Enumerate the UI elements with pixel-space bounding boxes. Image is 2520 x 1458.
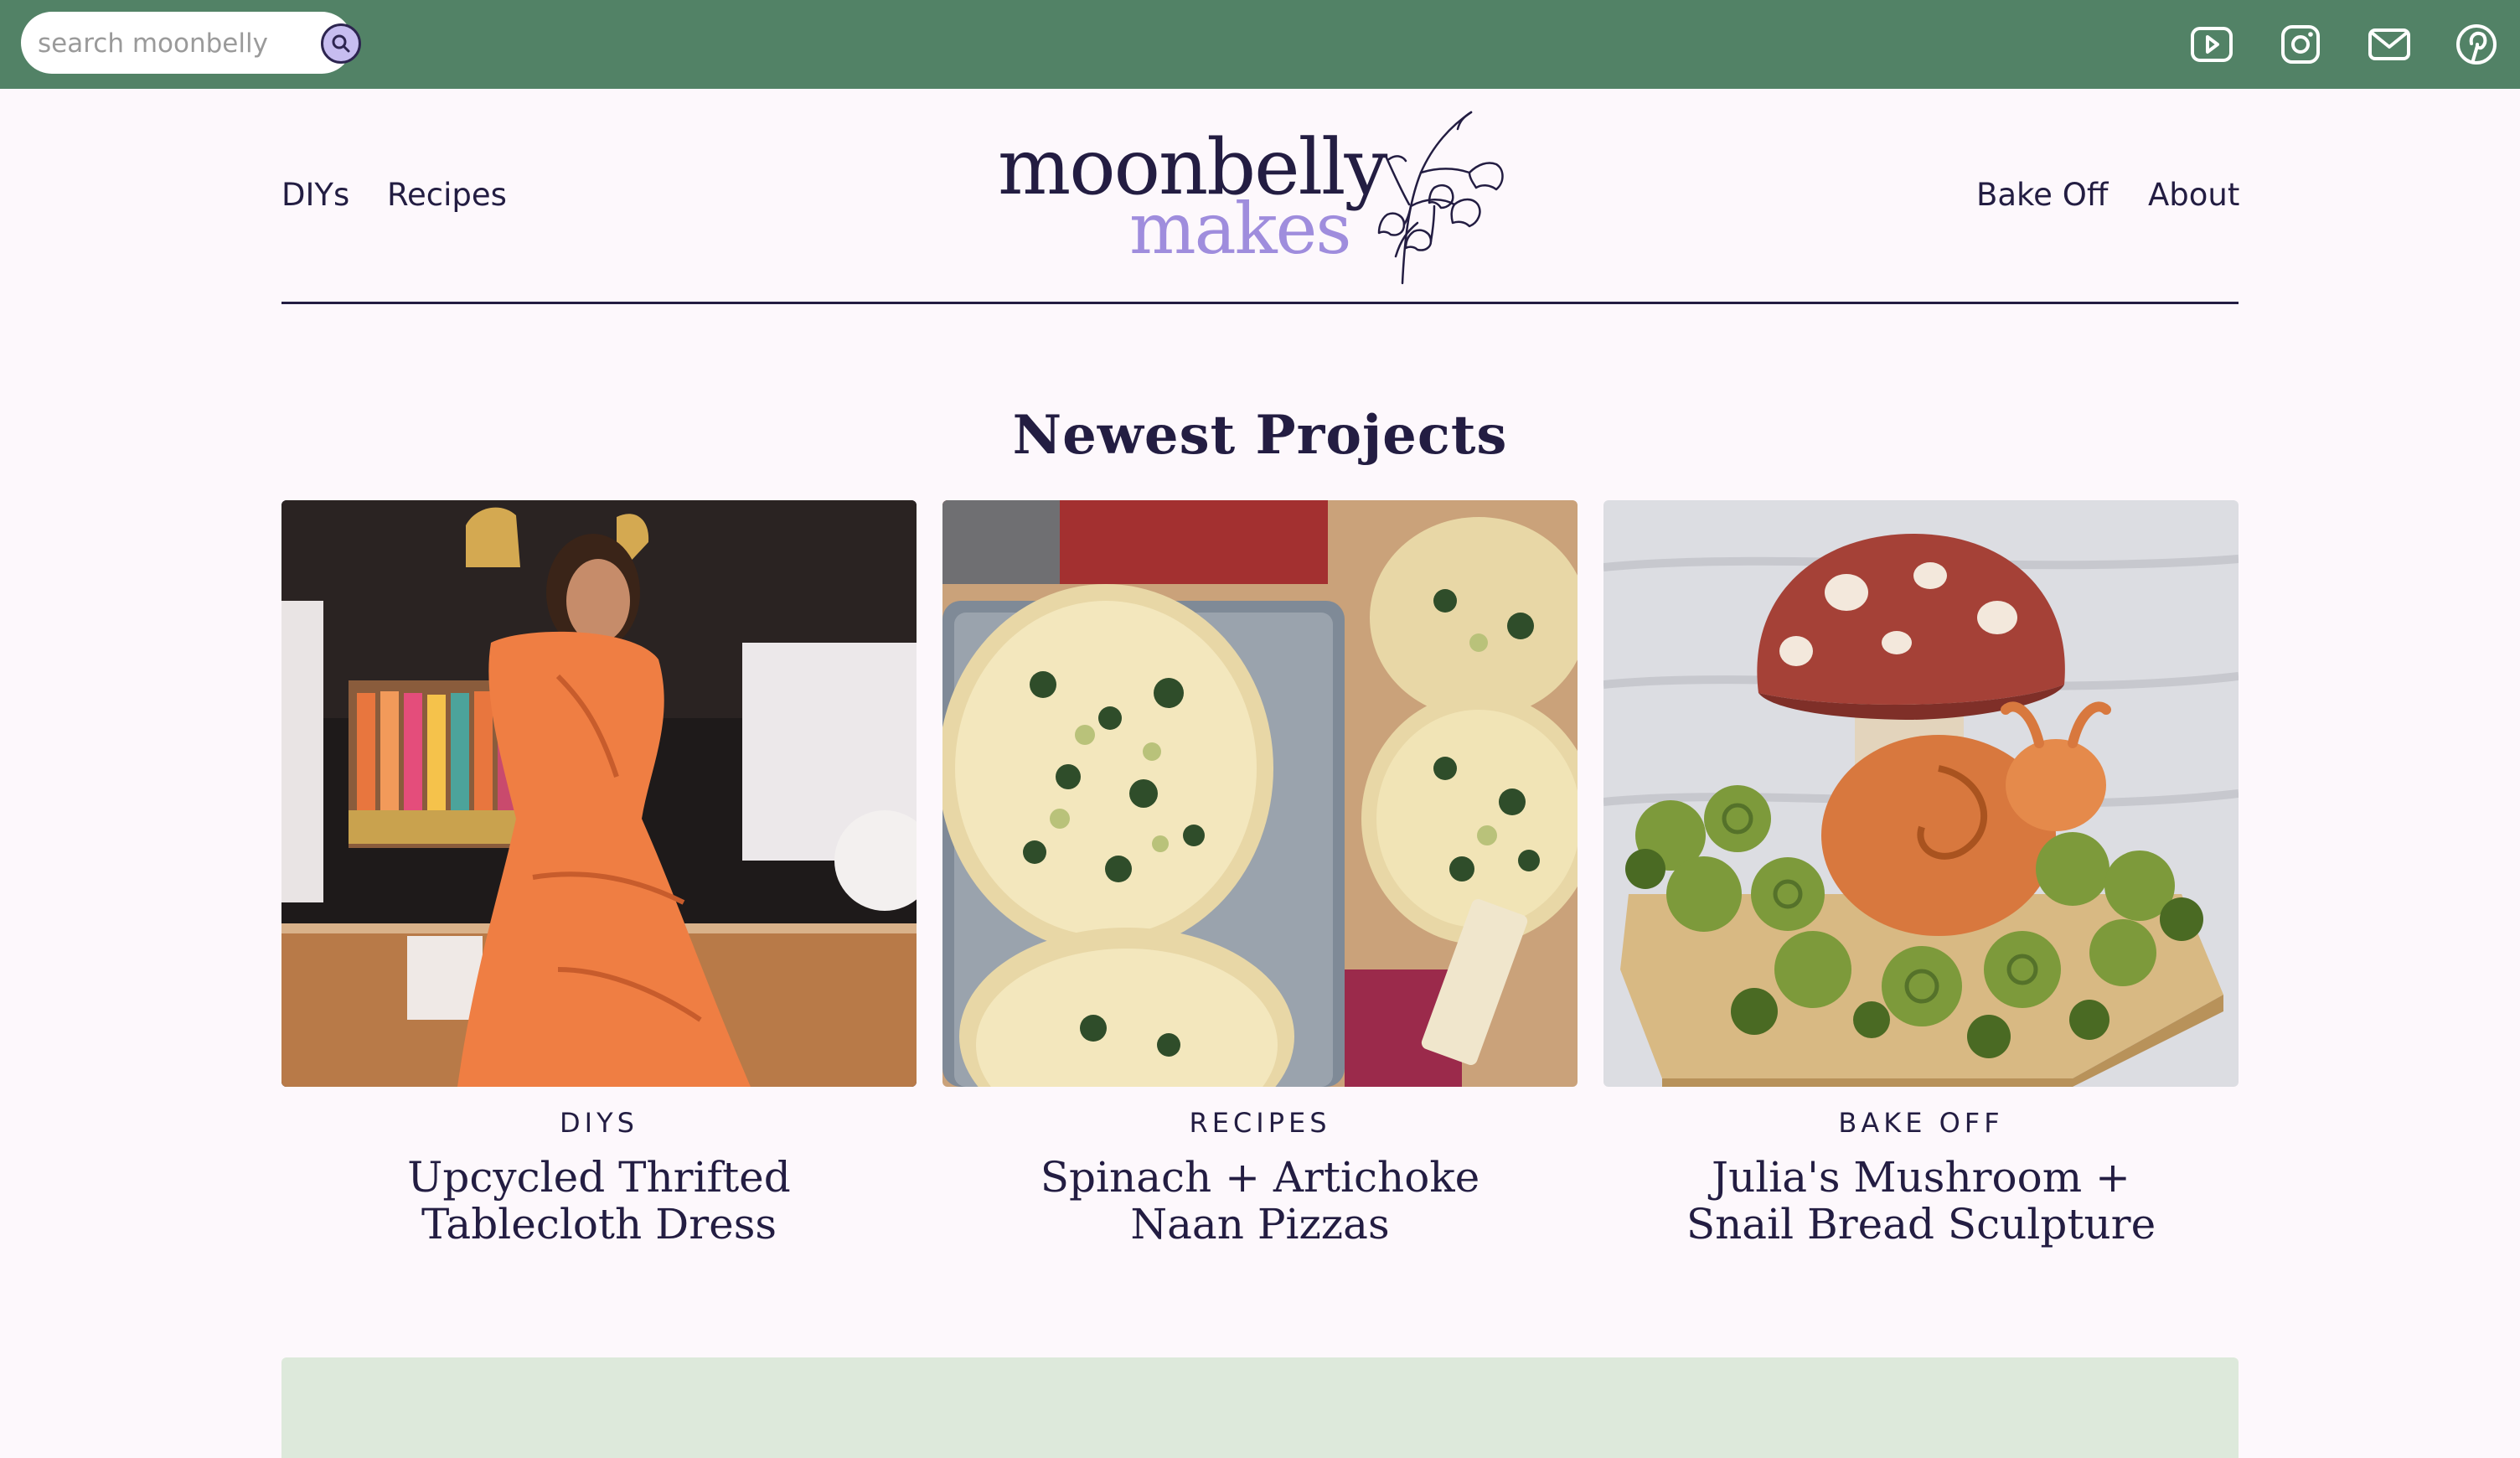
project-image-dress[interactable] <box>281 500 917 1087</box>
site-logo[interactable]: moonbelly makes <box>995 101 1515 285</box>
card-title-link[interactable]: Julia's Mushroom + Snail Bread Sculpture <box>1603 1154 2239 1248</box>
search-box <box>21 12 361 74</box>
card-title-line: Snail Bread Sculpture <box>1686 1200 2156 1249</box>
search-button[interactable] <box>321 23 361 64</box>
pinterest-icon <box>2456 24 2497 65</box>
project-card[interactable]: DIYS Upcycled Thrifted Tablecloth Dress <box>281 500 917 1248</box>
card-category: RECIPES <box>1189 1107 1331 1139</box>
nav-diys[interactable]: DIYs <box>281 176 349 215</box>
section-title: Newest Projects <box>1012 404 1508 467</box>
card-title-line: Tablecloth Dress <box>421 1200 777 1249</box>
card-title-line: Julia's Mushroom + <box>1712 1153 2130 1202</box>
instagram-link[interactable] <box>2277 21 2324 68</box>
search-icon <box>332 34 350 53</box>
card-title-line: Naan Pizzas <box>1130 1200 1390 1249</box>
top-bar <box>0 0 2520 89</box>
search-input[interactable] <box>36 22 291 65</box>
card-category: BAKE OFF <box>1838 1107 2004 1139</box>
instagram-icon <box>2281 25 2320 64</box>
nav-bake-off[interactable]: Bake Off <box>1976 176 2108 215</box>
mail-icon <box>2368 28 2410 60</box>
card-title-line: Upcycled Thrifted <box>407 1153 791 1202</box>
pinterest-link[interactable] <box>2453 21 2500 68</box>
project-card[interactable]: RECIPES Spinach + Artichoke Naan Pizzas <box>942 500 1578 1248</box>
youtube-link[interactable] <box>2188 21 2235 68</box>
project-image-pizzas[interactable] <box>942 500 1578 1087</box>
nav-recipes[interactable]: Recipes <box>387 176 507 215</box>
nav-about[interactable]: About <box>2148 176 2239 215</box>
logo-wordmark-makes: makes <box>1129 188 1351 270</box>
email-link[interactable] <box>2366 21 2413 68</box>
lily-of-the-valley-icon <box>1377 111 1504 285</box>
youtube-icon <box>2191 27 2233 62</box>
project-image-bread-sculpture[interactable] <box>1603 500 2239 1087</box>
card-title-link[interactable]: Upcycled Thrifted Tablecloth Dress <box>281 1154 917 1248</box>
project-card[interactable]: BAKE OFF Julia's Mushroom + Snail Bread … <box>1603 500 2239 1248</box>
card-title-line: Spinach + Artichoke <box>1040 1153 1480 1202</box>
newsletter-band <box>281 1357 2239 1458</box>
card-category: DIYS <box>560 1107 638 1139</box>
header-divider <box>281 302 2239 304</box>
card-title-link[interactable]: Spinach + Artichoke Naan Pizzas <box>942 1154 1578 1248</box>
